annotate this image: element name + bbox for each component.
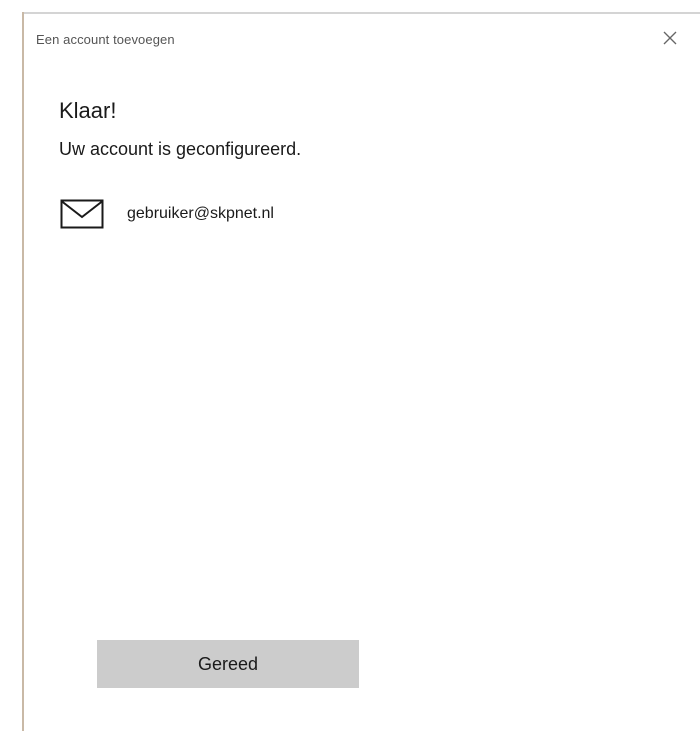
status-message: Uw account is geconfigureerd.	[59, 139, 302, 159]
page-heading: Klaar!	[59, 98, 117, 123]
add-account-dialog: Een account toevoegen Klaar! Uw account …	[24, 14, 700, 731]
close-button[interactable]	[658, 26, 682, 50]
done-button[interactable]: Gereed	[97, 640, 359, 688]
mail-icon	[60, 199, 104, 229]
screen: Een account toevoegen Klaar! Uw account …	[0, 0, 700, 731]
account-item[interactable]: gebruiker@skpnet.nl	[60, 196, 274, 232]
close-icon[interactable]	[658, 26, 682, 50]
dialog-title: Een account toevoegen	[36, 32, 175, 47]
account-email: gebruiker@skpnet.nl	[127, 205, 274, 222]
